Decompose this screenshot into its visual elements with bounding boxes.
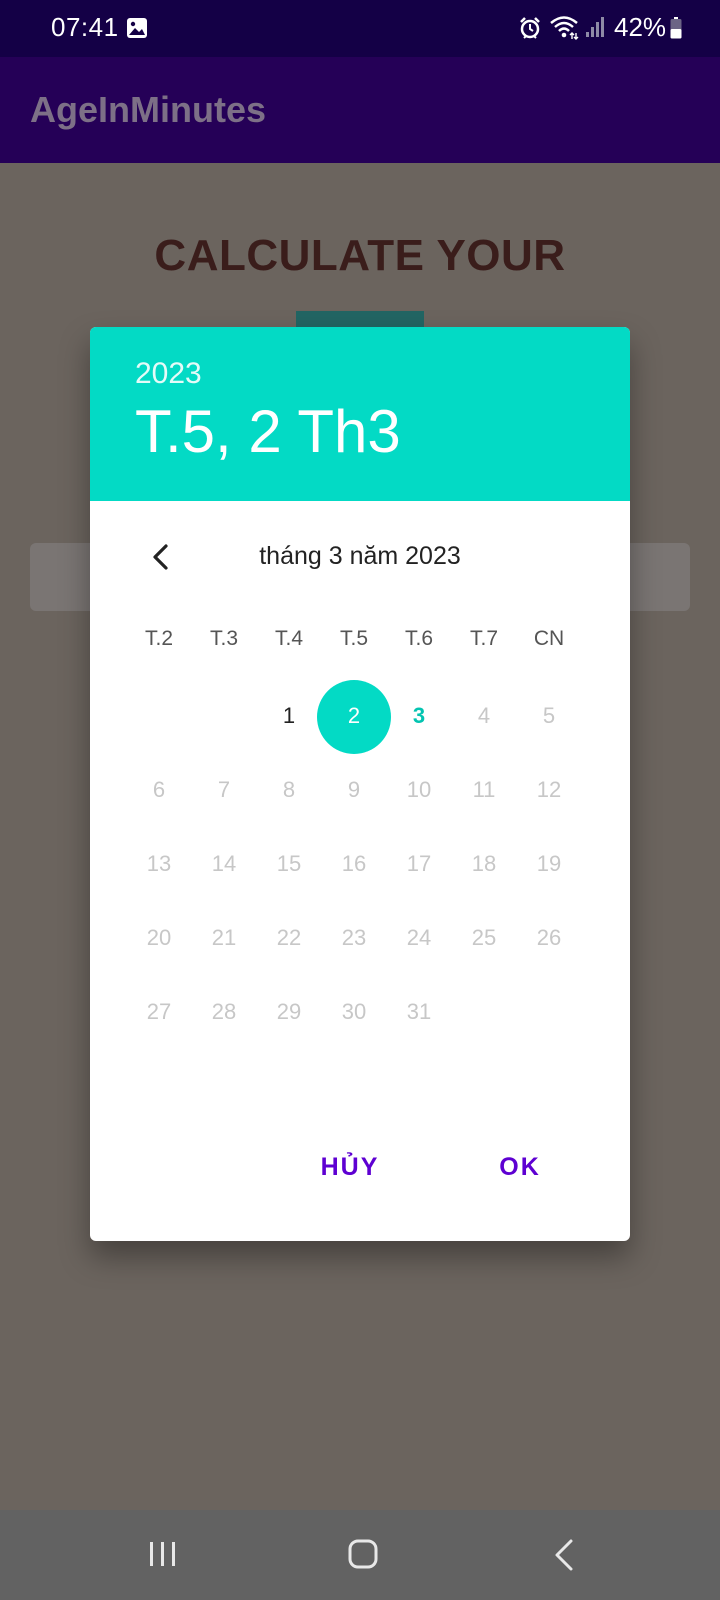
calendar-day-3: 3 (386, 683, 452, 749)
battery-icon (670, 17, 682, 39)
weekday-header: T.2 T.3 T.4 T.5 T.6 T.7 CN (90, 627, 630, 667)
calendar-day-label: 25 (471, 925, 497, 950)
calendar-day-11: 11 (451, 757, 517, 823)
wifi-icon (550, 16, 579, 40)
weekday-label: T.4 (274, 627, 303, 650)
calendar-day-7: 7 (191, 757, 257, 823)
calendar-day-10: 10 (386, 757, 452, 823)
calendar-day-20: 20 (126, 905, 192, 971)
calendar-day-label: 21 (211, 925, 237, 950)
app-bar: AgeInMinutes (0, 57, 720, 163)
calendar-day-label: 31 (406, 999, 432, 1024)
calendar-day-label: 4 (477, 703, 491, 728)
calendar-day-16: 16 (321, 831, 387, 897)
calendar-day-label: 26 (536, 925, 562, 950)
battery-percentage: 42% (614, 12, 667, 42)
month-navigation: tháng 3 năm 2023 (90, 527, 630, 587)
app-title: AgeInMinutes (30, 89, 267, 130)
calendar-day-5: 5 (516, 683, 582, 749)
weekday-label: CN (533, 627, 565, 650)
calendar-day-label: 29 (276, 999, 302, 1024)
chevron-left-icon[interactable] (148, 543, 174, 571)
calendar-day-label: 12 (536, 777, 562, 802)
ok-button[interactable]: OK (470, 1139, 570, 1195)
calendar-day-label: 14 (211, 851, 237, 876)
status-time: 07:41 (51, 12, 119, 42)
calendar-day-label: 9 (347, 777, 361, 802)
calendar-day-label: 10 (406, 777, 432, 802)
cancel-button[interactable]: HỦY (300, 1139, 400, 1195)
calendar-day-label: 30 (341, 999, 367, 1024)
calendar-day-label: 1 (282, 703, 296, 728)
calendar-day-30: 30 (321, 979, 387, 1045)
calendar-day-label: 24 (406, 925, 432, 950)
calendar-day-label: 27 (146, 999, 172, 1024)
calendar-day-19: 19 (516, 831, 582, 897)
calendar-day-label: 23 (341, 925, 367, 950)
calendar-day-22: 22 (256, 905, 322, 971)
calendar-day-8: 8 (256, 757, 322, 823)
calendar-day-27: 27 (126, 979, 192, 1045)
calendar-day-31: 31 (386, 979, 452, 1045)
recent-apps-icon[interactable] (147, 1540, 179, 1568)
header-year[interactable]: 2023 (135, 357, 202, 391)
status-bar: 07:41 42% (0, 0, 720, 57)
calendar-day-2[interactable]: 2 (317, 680, 391, 754)
calendar-day-label: 3 (412, 703, 426, 728)
calendar-day-17: 17 (386, 831, 452, 897)
back-icon[interactable] (553, 1538, 575, 1572)
weekday-label: T.7 (469, 627, 498, 650)
weekday-label: T.2 (144, 627, 173, 650)
date-picker-header: 2023 T.5, 2 Th3 (90, 327, 630, 501)
calendar-day-18: 18 (451, 831, 517, 897)
gallery-icon (127, 18, 147, 38)
calendar-day-label: 20 (146, 925, 172, 950)
calendar-day-23: 23 (321, 905, 387, 971)
date-picker-dialog: 2023 T.5, 2 Th3 tháng 3 năm 2023 T.2 T.3 T… (90, 327, 630, 1241)
calendar-day-28: 28 (191, 979, 257, 1045)
calendar-day-label: 19 (536, 851, 562, 876)
calendar-day-9: 9 (321, 757, 387, 823)
calendar-day-label: 13 (146, 851, 172, 876)
calendar-day-4: 4 (451, 683, 517, 749)
calendar-day-label: 28 (211, 999, 237, 1024)
navigation-bar (0, 1510, 720, 1600)
calendar-day-29: 29 (256, 979, 322, 1045)
calendar-day-21: 21 (191, 905, 257, 971)
calendar-day-label: 5 (542, 703, 556, 728)
calendar-day-26: 26 (516, 905, 582, 971)
calendar-day-25: 25 (451, 905, 517, 971)
page-heading: CALCULATE YOUR (154, 231, 566, 280)
calendar-day-label: 16 (341, 851, 367, 876)
calendar-day-label: 17 (406, 851, 432, 876)
alarm-icon (520, 17, 540, 39)
calendar-day-13: 13 (126, 831, 192, 897)
calendar-day-label: 8 (282, 777, 296, 802)
calendar-day-24: 24 (386, 905, 452, 971)
calendar-day-15: 15 (256, 831, 322, 897)
calendar-day-label: 7 (217, 777, 231, 802)
calendar-day-12: 12 (516, 757, 582, 823)
calendar-day-label: 22 (276, 925, 302, 950)
calendar-day-1[interactable]: 1 (256, 683, 322, 749)
calendar-day-label: 6 (152, 777, 166, 802)
calendar-day-label: 11 (472, 777, 496, 802)
calendar-day-label: 2 (347, 703, 361, 728)
home-icon[interactable] (347, 1538, 379, 1570)
calendar-day-label: 18 (471, 851, 497, 876)
weekday-label: T.3 (209, 627, 238, 650)
calendar-day-6: 6 (126, 757, 192, 823)
calendar-day-14: 14 (191, 831, 257, 897)
weekday-label: T.6 (404, 627, 433, 650)
calendar-day-label: 15 (276, 851, 302, 876)
signal-icon (586, 17, 604, 37)
header-selected-date[interactable]: T.5, 2 Th3 (135, 397, 401, 466)
weekday-label: T.5 (339, 627, 368, 650)
